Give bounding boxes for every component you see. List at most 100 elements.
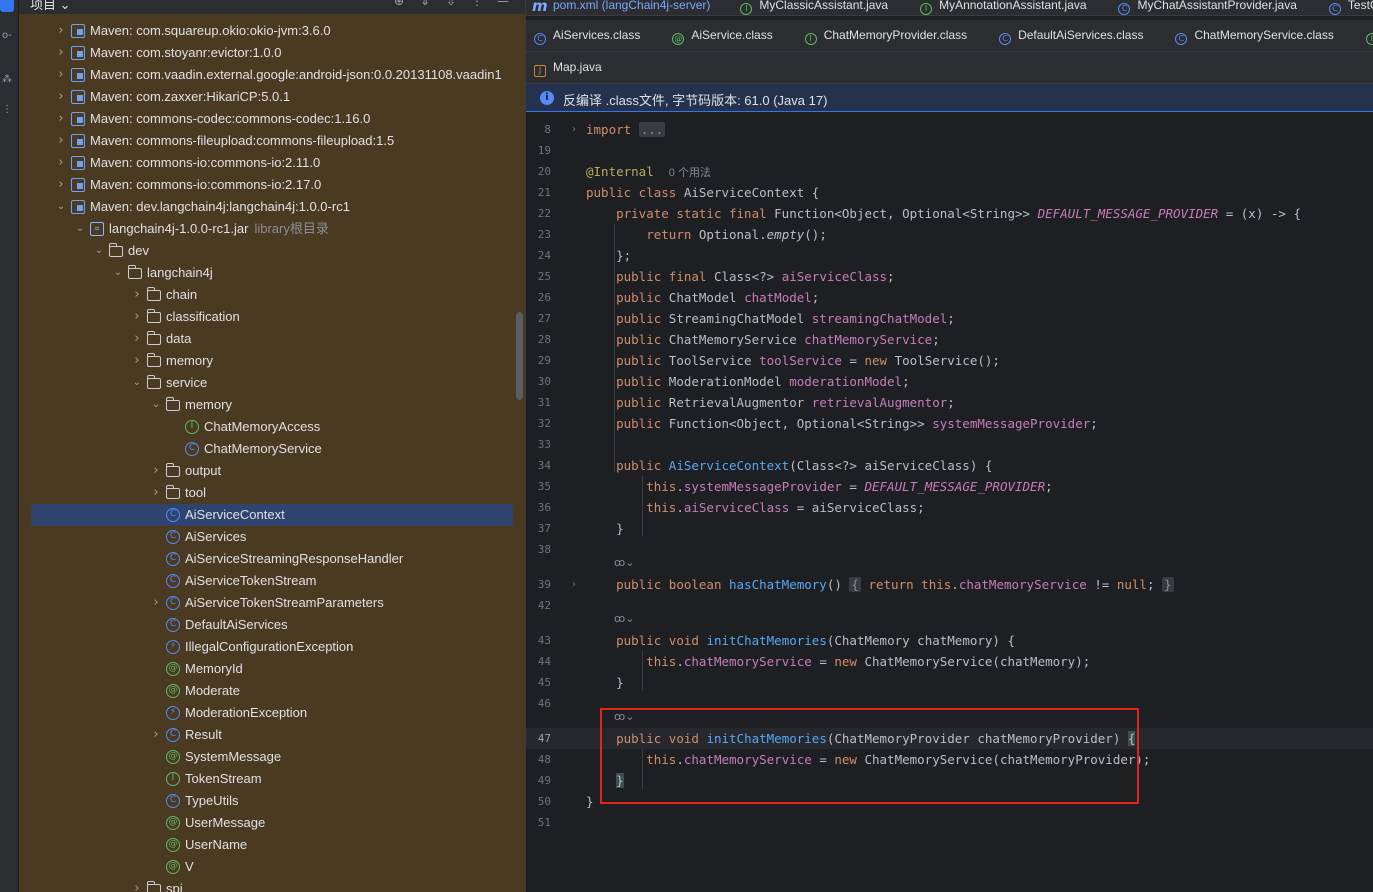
code-line[interactable]: 34 public AiServiceContext(Class<?> aiSe… <box>526 455 1373 476</box>
code-line[interactable]: 36 this.aiServiceClass = aiServiceClass; <box>526 497 1373 518</box>
tree-item[interactable]: › chain <box>19 284 525 306</box>
chevron-down-icon[interactable]: ⌄ <box>74 218 86 240</box>
code-line[interactable]: 44 this.chatMemoryService = new ChatMemo… <box>526 651 1373 672</box>
hide-panel-icon[interactable]: — <box>495 0 511 10</box>
code-line[interactable]: 28 public ChatMemoryService chatMemorySe… <box>526 329 1373 350</box>
code-line[interactable]: 51 <box>526 812 1373 833</box>
tree-item[interactable]: C DefaultAiServices <box>19 614 525 636</box>
code-line[interactable]: 43 public void initChatMemories(ChatMemo… <box>526 630 1373 651</box>
code-line[interactable]: 42 <box>526 595 1373 616</box>
code-line[interactable]: 39 › public boolean hasChatMemory() { ret… <box>526 574 1373 595</box>
tree-item[interactable]: › Maven: commons-io:commons-io:2.11.0 <box>19 152 525 174</box>
project-tool-icon[interactable] <box>0 0 14 12</box>
chevron-right-icon[interactable]: › <box>55 108 67 130</box>
tree-item[interactable]: @ V <box>19 856 525 878</box>
code-line[interactable]: 20 @Internal 0 个用法 <box>526 161 1373 182</box>
chevron-down-icon[interactable]: ⌄ <box>112 262 124 284</box>
chevron-right-icon[interactable]: › <box>150 724 162 746</box>
code-line[interactable]: 8 › import ... <box>526 119 1373 140</box>
structure-tool-icon[interactable]: ⁂ <box>2 74 16 86</box>
chevron-right-icon[interactable]: › <box>131 306 143 328</box>
tree-item[interactable]: ⚡ ModerationException <box>19 702 525 724</box>
chevron-down-icon[interactable]: ⌄ <box>131 372 143 394</box>
chevron-right-icon[interactable]: › <box>55 174 67 196</box>
chevron-right-icon[interactable]: › <box>55 152 67 174</box>
editor-tab[interactable]: C MyChatAssistantProvider.java <box>1118 0 1297 15</box>
chevron-right-icon[interactable]: › <box>131 284 143 306</box>
tree-item[interactable]: ⌄ langchain4j <box>19 262 525 284</box>
editor-tab[interactable]: IChatMem <box>1365 20 1373 50</box>
expand-all-icon[interactable]: ⇕ <box>417 0 433 10</box>
chevron-right-icon[interactable]: › <box>131 328 143 350</box>
code-line[interactable]: 31 public RetrievalAugmentor retrievalAu… <box>526 392 1373 413</box>
chevron-right-icon[interactable]: › <box>131 878 143 892</box>
chevron-down-icon[interactable]: ⌄ <box>150 394 162 416</box>
tree-item[interactable]: ⌄ dev <box>19 240 525 262</box>
tree-item[interactable]: ⌄ memory <box>19 394 525 416</box>
code-line[interactable]: 29 public ToolService toolService = new … <box>526 350 1373 371</box>
options-icon[interactable]: ⋮ <box>469 0 485 10</box>
code-line[interactable]: 38 <box>526 539 1373 560</box>
editor-tab[interactable]: C ChatMemoryService.class <box>1175 20 1334 50</box>
more-tools-icon[interactable]: ⋮ <box>2 104 16 116</box>
tree-item[interactable]: › output <box>19 460 525 482</box>
ai-assistant-hint-icon[interactable]: ꝏ⌄ <box>614 612 634 625</box>
code-line[interactable]: 32 public Function<Object, Optional<Stri… <box>526 413 1373 434</box>
ai-assistant-hint-icon[interactable]: ꝏ⌄ <box>614 556 634 569</box>
tree-item[interactable]: C AiServices <box>19 526 525 548</box>
code-line[interactable]: 27 public StreamingChatModel streamingCh… <box>526 308 1373 329</box>
tree-item[interactable]: › data <box>19 328 525 350</box>
chevron-right-icon[interactable]: › <box>55 64 67 86</box>
chevron-down-icon[interactable]: ⌄ <box>93 240 105 262</box>
tree-item[interactable]: › spi <box>19 878 525 892</box>
editor-tab[interactable]: I ChatMemoryProvider.class <box>804 20 967 50</box>
tree-item[interactable]: @ UserName <box>19 834 525 856</box>
editor-tab[interactable]: C DefaultAiServices.class <box>999 20 1143 50</box>
tree-item[interactable]: C AiServiceTokenStream <box>19 570 525 592</box>
editor-tab[interactable]: J Map.java <box>534 52 602 82</box>
tree-item[interactable]: › Maven: commons-io:commons-io:2.17.0 <box>19 174 525 196</box>
chevron-right-icon[interactable]: › <box>55 20 67 42</box>
tree-item[interactable]: ⌄ Maven: dev.langchain4j:langchain4j:1.0.… <box>19 196 525 218</box>
tree-item[interactable]: › memory <box>19 350 525 372</box>
tree-item[interactable]: › Maven: commons-fileupload:commons-fileu… <box>19 130 525 152</box>
tree-item[interactable]: › Maven: com.stoyanr:evictor:1.0.0 <box>19 42 525 64</box>
project-tree-scrollbar[interactable] <box>516 312 523 400</box>
tree-item[interactable]: › C AiServiceTokenStreamParameters <box>19 592 525 614</box>
code-line[interactable]: 25 public final Class<?> aiServiceClass; <box>526 266 1373 287</box>
tree-item[interactable]: @ UserMessage <box>19 812 525 834</box>
tree-item[interactable]: › C Result <box>19 724 525 746</box>
chevron-right-icon[interactable]: › <box>55 86 67 108</box>
code-line[interactable]: 45 } <box>526 672 1373 693</box>
tree-item[interactable]: › Maven: com.zaxxer:HikariCP:5.0.1 <box>19 86 525 108</box>
tree-item[interactable]: › tool <box>19 482 525 504</box>
tree-item[interactable]: › Maven: com.squareup.okio:okio-jvm:3.6.0 <box>19 20 525 42</box>
chevron-right-icon[interactable]: › <box>150 460 162 482</box>
fold-chevron-icon[interactable]: › <box>572 574 576 595</box>
tree-item[interactable]: @ Moderate <box>19 680 525 702</box>
tree-item[interactable]: I TokenStream <box>19 768 525 790</box>
tree-item[interactable]: › classification <box>19 306 525 328</box>
editor-tab[interactable]: I MyAnnotationAssistant.java <box>920 0 1087 15</box>
code-line[interactable]: 24 }; <box>526 245 1373 266</box>
chevron-right-icon[interactable]: › <box>55 130 67 152</box>
tree-item[interactable]: ⌄ ⌗ langchain4j-1.0.0-rc1.jar library根目录 <box>19 218 525 240</box>
locate-icon[interactable]: ⊕ <box>391 0 407 10</box>
code-line[interactable]: 23 return Optional.empty(); <box>526 224 1373 245</box>
tree-item[interactable]: C TypeUtils <box>19 790 525 812</box>
code-line[interactable]: 30 public ModerationModel moderationMode… <box>526 371 1373 392</box>
tree-item[interactable]: C AiServiceContext <box>31 504 513 526</box>
tree-item[interactable]: @ SystemMessage <box>19 746 525 768</box>
code-line[interactable]: 35 this.systemMessageProvider = DEFAULT_… <box>526 476 1373 497</box>
collapse-all-icon[interactable]: ⇳ <box>443 0 459 10</box>
code-line[interactable]: 22 private static final Function<Object,… <box>526 203 1373 224</box>
editor-tab[interactable]: @ AiService.class <box>672 20 773 50</box>
code-line[interactable]: 33 <box>526 434 1373 455</box>
code-line[interactable]: 21 public class AiServiceContext { <box>526 182 1373 203</box>
tree-item[interactable]: C AiServiceStreamingResponseHandler <box>19 548 525 570</box>
tree-item[interactable]: ⌄ service <box>19 372 525 394</box>
chevron-right-icon[interactable]: › <box>150 482 162 504</box>
editor-tab[interactable]: C TestControl <box>1328 0 1373 15</box>
code-line[interactable]: 37 } <box>526 518 1373 539</box>
tree-item[interactable]: › Maven: com.vaadin.external.google:andro… <box>19 64 525 86</box>
